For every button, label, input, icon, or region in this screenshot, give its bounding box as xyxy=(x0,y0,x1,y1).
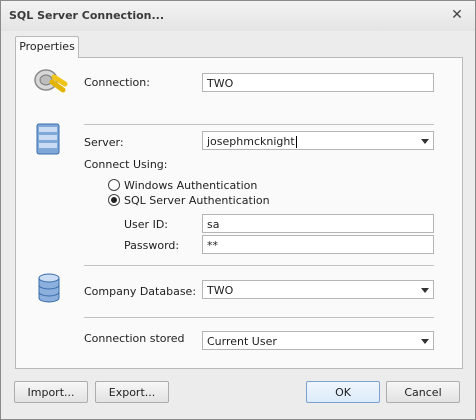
export-button[interactable]: Export... xyxy=(95,381,169,403)
password-field[interactable]: ** xyxy=(202,235,434,254)
ok-button[interactable]: OK xyxy=(306,381,380,403)
connection-stored-dropdown[interactable]: Current User xyxy=(202,331,434,350)
server-dropdown[interactable]: josephmcknight xyxy=(202,131,434,150)
radio-sql-auth[interactable] xyxy=(108,194,120,206)
database-icon xyxy=(38,273,60,303)
password-value: ** xyxy=(207,239,218,252)
import-button[interactable]: Import... xyxy=(14,381,88,403)
user-id-value: sa xyxy=(207,218,220,231)
window-title: SQL Server Connection... xyxy=(9,9,165,22)
connection-field[interactable]: TWO xyxy=(202,73,434,92)
chevron-down-icon[interactable] xyxy=(421,288,429,293)
cancel-button[interactable]: Cancel xyxy=(386,381,460,403)
tab-properties[interactable]: Properties xyxy=(15,36,79,58)
company-database-label: Company Database: xyxy=(84,285,197,298)
connection-stored-label: Connection stored xyxy=(84,332,185,345)
text-caret xyxy=(295,136,297,148)
windows-auth-label[interactable]: Windows Authentication xyxy=(124,179,257,192)
radio-selected-dot xyxy=(111,197,117,203)
close-button[interactable]: ✕ xyxy=(447,5,467,25)
connection-label: Connection: xyxy=(84,76,150,89)
server-label: Server: xyxy=(84,136,124,149)
section-divider xyxy=(84,265,434,266)
dialog-window: SQL Server Connection... ✕ Properties Co… xyxy=(0,0,476,420)
sql-auth-label[interactable]: SQL Server Authentication xyxy=(124,194,270,207)
company-database-dropdown[interactable]: TWO xyxy=(202,280,434,299)
title-bar[interactable]: SQL Server Connection... ✕ xyxy=(1,1,475,31)
user-id-label: User ID: xyxy=(124,218,168,231)
plug-icon xyxy=(34,69,68,93)
server-icon xyxy=(36,123,60,155)
connection-value: TWO xyxy=(207,77,234,90)
properties-panel: Connection: TWO Server: josephmcknight C… xyxy=(15,57,463,369)
radio-windows-auth[interactable] xyxy=(108,179,120,191)
chevron-down-icon[interactable] xyxy=(421,139,429,144)
section-divider xyxy=(84,124,434,125)
chevron-down-icon[interactable] xyxy=(421,339,429,344)
server-value: josephmcknight xyxy=(207,135,295,148)
connect-using-label: Connect Using: xyxy=(84,158,168,171)
section-divider xyxy=(84,317,434,318)
connection-stored-value: Current User xyxy=(207,335,277,348)
password-label: Password: xyxy=(124,239,180,252)
company-database-value: TWO xyxy=(207,284,234,297)
user-id-field[interactable]: sa xyxy=(202,214,434,233)
close-icon: ✕ xyxy=(451,7,463,23)
